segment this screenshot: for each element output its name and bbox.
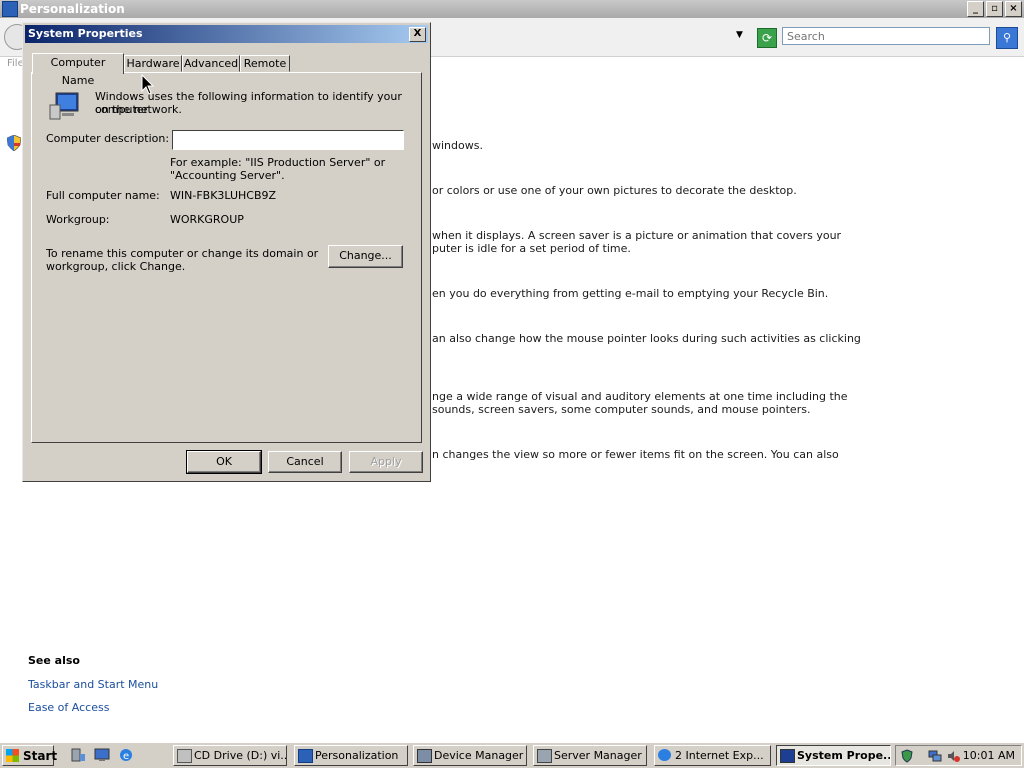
full-computer-name-label: Full computer name: — [46, 189, 160, 202]
intro-text-line2: on the network. — [95, 103, 182, 116]
computer-description-label: Computer description: — [46, 132, 170, 145]
address-dropdown-icon[interactable]: ▼ — [736, 30, 743, 40]
content-text-line: sounds, screen savers, some computer sou… — [432, 403, 811, 416]
close-button[interactable]: × — [1005, 1, 1022, 17]
shield-icon — [7, 135, 21, 151]
ease-of-access-link[interactable]: Ease of Access — [28, 701, 109, 714]
taskbar-item-internet-explorer[interactable]: 2 Internet Exp... — [654, 745, 771, 766]
search-input[interactable] — [782, 27, 990, 45]
rename-text-line1: To rename this computer or change its do… — [46, 247, 319, 260]
system-properties-dialog: System Properties X Computer Name Hardwa… — [22, 22, 431, 482]
refresh-icon[interactable]: ⟳ — [757, 28, 777, 48]
computer-description-input[interactable] — [172, 130, 404, 150]
start-label: Start — [23, 749, 58, 763]
taskbar-item-server-manager[interactable]: Server Manager — [533, 745, 647, 766]
network-icon[interactable] — [928, 749, 942, 763]
rename-text-line2: workgroup, click Change. — [46, 260, 186, 273]
mouse-cursor-icon — [141, 74, 155, 95]
cd-drive-icon — [177, 749, 192, 763]
clock[interactable]: 10:01 AM — [963, 749, 1015, 762]
computer-icon — [49, 92, 79, 120]
background-window-titlebar: Personalization _ ▫ × — [0, 0, 1024, 18]
taskbar: Start e CD Drive (D:) vi... Personalizat… — [0, 742, 1024, 768]
show-desktop-icon[interactable] — [94, 748, 110, 762]
content-text-line: when it displays. A screen saver is a pi… — [432, 229, 842, 242]
internet-explorer-icon[interactable]: e — [118, 748, 134, 762]
taskbar-item-label: Server Manager — [554, 749, 642, 762]
system-properties-icon — [780, 749, 795, 763]
workgroup-value: WORKGROUP — [170, 213, 244, 226]
content-text-line: or colors or use one of your own picture… — [432, 184, 797, 197]
taskbar-item-label: Device Manager — [434, 749, 524, 762]
background-window-title: Personalization — [20, 2, 125, 16]
taskbar-item-label: System Prope... — [797, 749, 891, 762]
windows-logo-icon — [6, 749, 19, 762]
change-button[interactable]: Change... — [328, 245, 403, 268]
taskbar-item-label: Personalization — [315, 749, 399, 762]
minimize-button[interactable]: _ — [967, 1, 984, 17]
start-button[interactable]: Start — [2, 745, 58, 766]
dialog-title: System Properties — [28, 27, 143, 40]
content-text-line: nge a wide range of visual and auditory … — [432, 390, 848, 403]
example-text-line2: "Accounting Server". — [170, 169, 285, 182]
content-text-line: an also change how the mouse pointer loo… — [432, 332, 861, 345]
server-manager-icon[interactable] — [70, 748, 86, 762]
tab-computer-name[interactable]: Computer Name — [32, 53, 124, 87]
ok-button[interactable]: OK — [186, 450, 262, 474]
svg-text:e: e — [123, 751, 129, 762]
content-text-line: puter is idle for a set period of time. — [432, 242, 631, 255]
system-tray: 10:01 AM — [895, 745, 1022, 766]
taskbar-item-system-properties[interactable]: System Prope... — [776, 745, 891, 766]
personalization-icon — [2, 1, 18, 17]
dialog-close-button[interactable]: X — [409, 27, 426, 42]
taskbar-item-personalization[interactable]: Personalization — [294, 745, 408, 766]
volume-muted-icon[interactable] — [946, 749, 960, 763]
taskbar-item-device-manager[interactable]: Device Manager — [413, 745, 527, 766]
internet-explorer-icon — [658, 749, 671, 761]
content-text-line: n changes the view so more or fewer item… — [432, 448, 839, 461]
taskbar-start-menu-link[interactable]: Taskbar and Start Menu — [28, 678, 158, 691]
see-also-heading: See also — [28, 654, 80, 667]
apply-button[interactable]: Apply — [349, 451, 423, 473]
search-icon[interactable]: ⚲ — [996, 27, 1018, 49]
content-text-line: windows. — [432, 139, 483, 152]
taskbar-item-label: CD Drive (D:) vi... — [194, 749, 287, 762]
maximize-button[interactable]: ▫ — [986, 1, 1003, 17]
device-manager-icon — [417, 749, 432, 763]
dialog-titlebar: System Properties X — [25, 25, 428, 43]
workgroup-label: Workgroup: — [46, 213, 110, 226]
content-text-line: en you do everything from getting e-mail… — [432, 287, 829, 300]
computer-name-panel: Windows uses the following information t… — [31, 72, 422, 443]
taskbar-item-label: 2 Internet Exp... — [675, 749, 764, 762]
full-computer-name-value: WIN-FBK3LUHCB9Z — [170, 189, 277, 202]
tab-advanced[interactable]: Advanced — [182, 55, 240, 72]
cancel-button[interactable]: Cancel — [268, 451, 342, 473]
server-manager-icon — [537, 749, 552, 763]
taskbar-item-cd-drive[interactable]: CD Drive (D:) vi... — [173, 745, 287, 766]
security-shield-icon[interactable] — [900, 749, 914, 763]
example-text-line1: For example: "IIS Production Server" or — [170, 156, 386, 169]
tab-hardware[interactable]: Hardware — [124, 55, 182, 72]
personalization-icon — [298, 749, 313, 763]
tab-remote[interactable]: Remote — [240, 55, 290, 72]
